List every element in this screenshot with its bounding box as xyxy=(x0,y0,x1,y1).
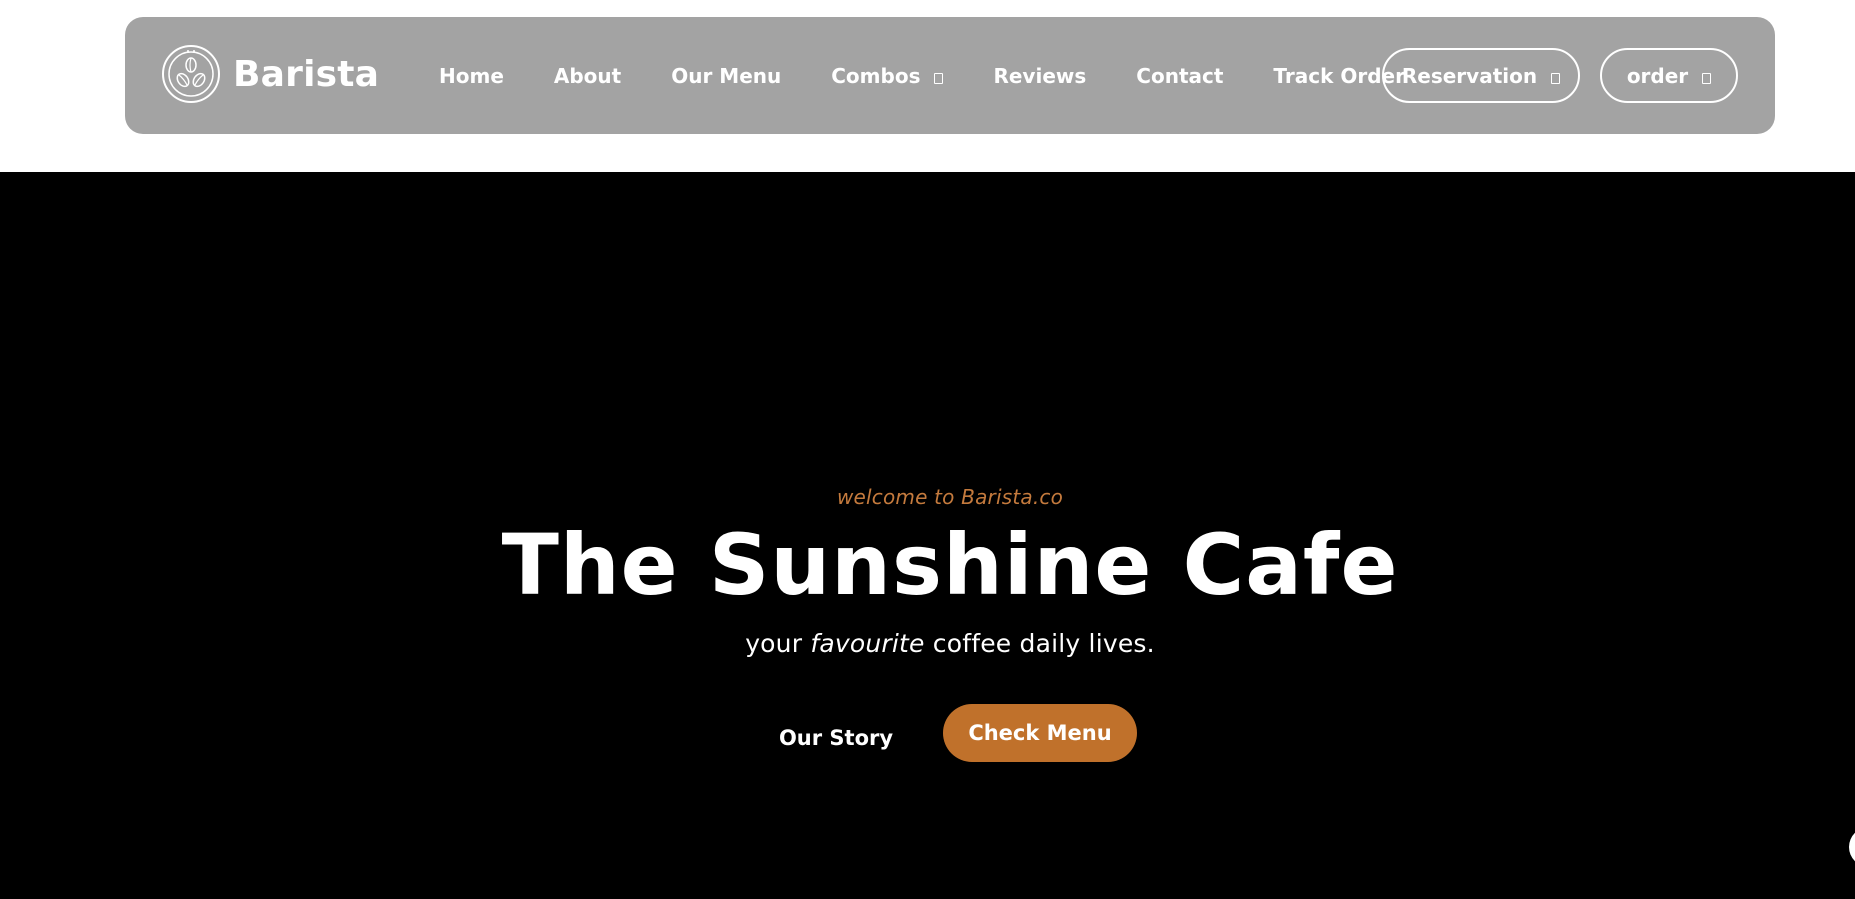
hero-eyebrow: welcome to Barista.co xyxy=(836,485,1064,509)
dropdown-icon xyxy=(934,72,944,84)
hero-section: welcome to Barista.co The Sunshine Cafe … xyxy=(0,172,1855,899)
main-nav: Home About Our Menu Combos Reviews Conta… xyxy=(439,17,1405,134)
nav-link-label: Contact xyxy=(1136,63,1224,88)
hero-subtitle-emphasis: favourite xyxy=(810,629,925,658)
reservation-button-label: Reservation xyxy=(1401,63,1538,88)
nav-link-label: About xyxy=(553,63,622,88)
our-story-link[interactable]: Our Story xyxy=(762,726,910,750)
nav-link-label: Our Menu xyxy=(671,63,782,88)
nav-link-reviews[interactable]: Reviews xyxy=(993,64,1086,88)
brand-logo-link[interactable]: Barista xyxy=(161,44,379,104)
nav-link-contact[interactable]: Contact xyxy=(1136,64,1223,88)
hero-subtitle-end: coffee daily lives. xyxy=(924,629,1155,658)
check-menu-button[interactable]: Check Menu xyxy=(943,704,1137,762)
nav-link-about[interactable]: About xyxy=(554,64,621,88)
chat-widget-button[interactable] xyxy=(1849,827,1855,867)
page: Barista Home About Our Menu Combos Revie… xyxy=(0,0,1855,899)
order-button-label: order xyxy=(1626,63,1689,88)
nav-link-our-menu[interactable]: Our Menu xyxy=(671,64,781,88)
nav-link-label: Reviews xyxy=(993,63,1087,88)
nav-link-label: Home xyxy=(439,63,504,88)
brand-name: Barista xyxy=(233,53,380,95)
dropdown-icon xyxy=(1551,72,1561,84)
dropdown-icon xyxy=(1702,72,1712,84)
reservation-button[interactable]: Reservation xyxy=(1382,48,1580,103)
nav-link-label: Combos xyxy=(831,63,921,88)
hero-subtitle: your favourite coffee daily lives. xyxy=(0,629,1855,658)
coffee-beans-icon xyxy=(162,45,220,103)
order-button[interactable]: order xyxy=(1600,48,1738,103)
hero-title: The Sunshine Cafe xyxy=(501,516,1399,614)
nav-link-combos[interactable]: Combos xyxy=(831,63,944,88)
nav-link-home[interactable]: Home xyxy=(439,64,504,88)
hero-subtitle-start: your xyxy=(745,629,811,658)
navbar: Barista Home About Our Menu Combos Revie… xyxy=(125,17,1775,134)
